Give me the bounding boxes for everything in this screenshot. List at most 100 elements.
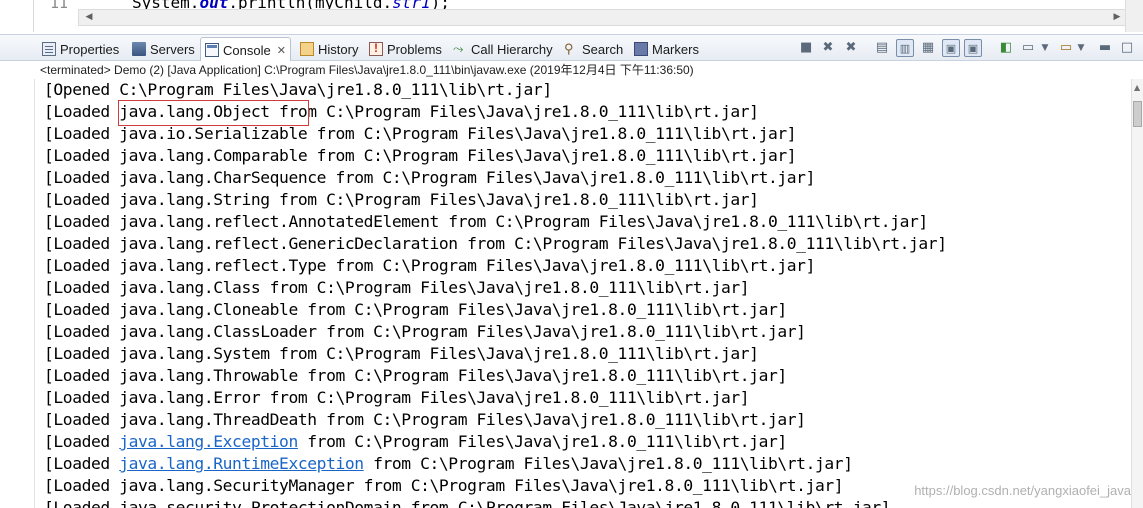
markers-icon — [634, 42, 648, 56]
console-line: [Loaded java.lang.Object from C:\Program… — [35, 101, 1131, 123]
line-prefix: [Opened — [44, 80, 120, 99]
editor-gutter — [0, 0, 34, 32]
chevron-down-icon[interactable]: ▼ — [1040, 39, 1050, 57]
tab-label: Servers — [150, 41, 195, 57]
close-icon[interactable]: ✕ — [277, 44, 286, 57]
console-line: [Loaded java.lang.System from C:\Program… — [35, 343, 1131, 365]
class-name: java.lang.System — [119, 344, 270, 363]
tab-properties[interactable]: Properties — [42, 38, 119, 60]
scroll-thumb[interactable] — [1133, 101, 1142, 127]
tab-label: Call Hierarchy — [471, 41, 553, 57]
tab-label: Markers — [652, 41, 699, 57]
line-suffix: from C:\Program Files\Java\jre1.8.0_111\… — [363, 454, 853, 473]
console-line: [Loaded java.lang.Error from C:\Program … — [35, 387, 1131, 409]
console-line: [Loaded java.lang.ThreadDeath from C:\Pr… — [35, 409, 1131, 431]
tab-label: Problems — [387, 41, 442, 57]
line-suffix: from C:\Program Files\Java\jre1.8.0_111\… — [326, 256, 815, 275]
scroll-up-icon[interactable]: ▲ — [1134, 83, 1140, 92]
console-line: [Opened C:\Program Files\Java\jre1.8.0_1… — [35, 79, 1131, 101]
line-prefix: [Loaded — [44, 256, 120, 275]
editor-horizontal-scrollbar[interactable]: ◀ ▶ — [78, 9, 1128, 26]
line-prefix: [Loaded — [44, 454, 120, 473]
scroll-right-icon[interactable]: ▶ — [1109, 10, 1125, 25]
console-status-line: <terminated> Demo (2) [Java Application]… — [0, 61, 1143, 79]
line-suffix: from C:\Program Files\Java\jre1.8.0_111\… — [269, 190, 759, 209]
remove-launch-icon[interactable]: ✖ — [820, 39, 836, 57]
line-suffix: from C:\Program Files\Java\jre1.8.0_111\… — [354, 476, 844, 495]
minimize-icon[interactable]: ▬ — [1098, 39, 1112, 57]
terminate-icon[interactable]: ■ — [800, 39, 812, 57]
class-name: java.security.ProtectionDomain — [119, 498, 402, 508]
line-suffix: from C:\Program Files\Java\jre1.8.0_111\… — [297, 366, 787, 385]
console-line: [Loaded java.lang.Comparable from C:\Pro… — [35, 145, 1131, 167]
pin-console-icon[interactable]: ◧ — [998, 39, 1014, 57]
view-tab-bar: Properties Servers Console ✕ History Pro… — [0, 34, 1143, 62]
console-line: [Loaded java.lang.CharSequence from C:\P… — [35, 167, 1131, 189]
class-name: java.lang.Object — [119, 102, 270, 121]
call-hierarchy-icon: ⤳ — [453, 41, 464, 56]
tab-label: History — [318, 41, 359, 57]
class-name: java.lang.String — [119, 190, 270, 209]
tab-console[interactable]: Console ✕ — [200, 37, 291, 62]
line-prefix: [Loaded — [44, 498, 120, 508]
properties-icon — [42, 42, 56, 56]
line-suffix: from C:\Program Files\Java\jre1.8.0_111\… — [297, 300, 787, 319]
class-name: java.lang.reflect.AnnotatedElement — [119, 212, 439, 231]
remove-all-launches-icon[interactable]: ✖ — [842, 39, 860, 57]
line-number: 11 — [50, 0, 69, 12]
class-name: java.lang.reflect.Type — [119, 256, 327, 275]
show-on-stdout-icon[interactable]: ▣ — [942, 39, 960, 57]
class-name: java.lang.ThreadDeath — [119, 410, 317, 429]
maximize-icon[interactable]: □ — [1120, 39, 1134, 57]
console-line: [Loaded java.lang.Throwable from C:\Prog… — [35, 365, 1131, 387]
editor-vertical-scrollbar[interactable] — [1125, 0, 1143, 32]
tab-label: Search — [582, 41, 624, 57]
console-output[interactable]: [Opened C:\Program Files\Java\jre1.8.0_1… — [34, 79, 1131, 508]
class-link[interactable]: java.lang.RuntimeException — [119, 454, 364, 473]
open-console-icon[interactable]: ▭ — [1058, 39, 1074, 57]
class-name: java.lang.CharSequence — [119, 168, 327, 187]
word-wrap-icon[interactable]: ▦ — [920, 39, 936, 57]
tab-markers[interactable]: Markers — [634, 38, 699, 60]
tab-servers[interactable]: Servers — [132, 38, 195, 60]
scroll-lock-icon[interactable]: ▥ — [896, 39, 914, 57]
console-line: [Loaded java.lang.Class from C:\Program … — [35, 277, 1131, 299]
line-prefix: [Loaded — [44, 124, 120, 143]
line-prefix: [Loaded — [44, 102, 120, 121]
console-line: [Loaded java.lang.reflect.Type from C:\P… — [35, 255, 1131, 277]
display-selected-console-icon[interactable]: ▭ — [1020, 39, 1036, 57]
line-suffix: from C:\Program Files\Java\jre1.8.0_111\… — [457, 234, 947, 253]
line-prefix: [Loaded — [44, 322, 120, 341]
line-suffix: from C:\Program Files\Java\jre1.8.0_111\… — [307, 146, 797, 165]
class-link[interactable]: java.lang.Exception — [119, 432, 298, 451]
servers-icon — [132, 42, 146, 56]
line-prefix: [Loaded — [44, 212, 120, 231]
class-name: C:\Program Files\Java\jre1.8.0_111\lib\r… — [119, 80, 552, 99]
show-on-stderr-icon[interactable]: ▣ — [964, 39, 982, 57]
console-line: [Loaded java.io.Serializable from C:\Pro… — [35, 123, 1131, 145]
clear-console-icon[interactable]: ▤ — [874, 39, 890, 57]
tab-history[interactable]: History — [300, 38, 358, 60]
line-prefix: [Loaded — [44, 190, 120, 209]
console-line: [Loaded java.lang.Exception from C:\Prog… — [35, 431, 1131, 453]
line-prefix: [Loaded — [44, 278, 120, 297]
chevron-down-icon[interactable]: ▼ — [1076, 39, 1086, 57]
console-line: [Loaded java.lang.reflect.GenericDeclara… — [35, 233, 1131, 255]
line-suffix: from C:\Program Files\Java\jre1.8.0_111\… — [326, 168, 815, 187]
console-vertical-scrollbar[interactable]: ▲ — [1131, 79, 1143, 508]
class-name: java.lang.reflect.GenericDeclaration — [119, 234, 458, 253]
line-prefix: [Loaded — [44, 168, 120, 187]
tab-problems[interactable]: Problems — [369, 38, 442, 60]
class-name: java.lang.Throwable — [119, 366, 298, 385]
console-line: [Loaded java.lang.reflect.AnnotatedEleme… — [35, 211, 1131, 233]
line-suffix: from C:\Program Files\Java\jre1.8.0_111\… — [297, 432, 787, 451]
tab-call-hierarchy[interactable]: ⤳ Call Hierarchy — [453, 38, 553, 60]
line-suffix: from C:\Program Files\Java\jre1.8.0_111\… — [307, 124, 797, 143]
editor-area[interactable]: 11 System.out.println(myChild.str1); ◀ ▶ — [0, 0, 1143, 32]
tab-label: Console — [223, 42, 271, 58]
console-line: [Loaded java.lang.Cloneable from C:\Prog… — [35, 299, 1131, 321]
tab-search[interactable]: ⚲ Search — [564, 38, 623, 60]
scroll-left-icon[interactable]: ◀ — [81, 10, 97, 25]
history-icon — [300, 42, 314, 56]
class-name: java.lang.Error — [119, 388, 261, 407]
